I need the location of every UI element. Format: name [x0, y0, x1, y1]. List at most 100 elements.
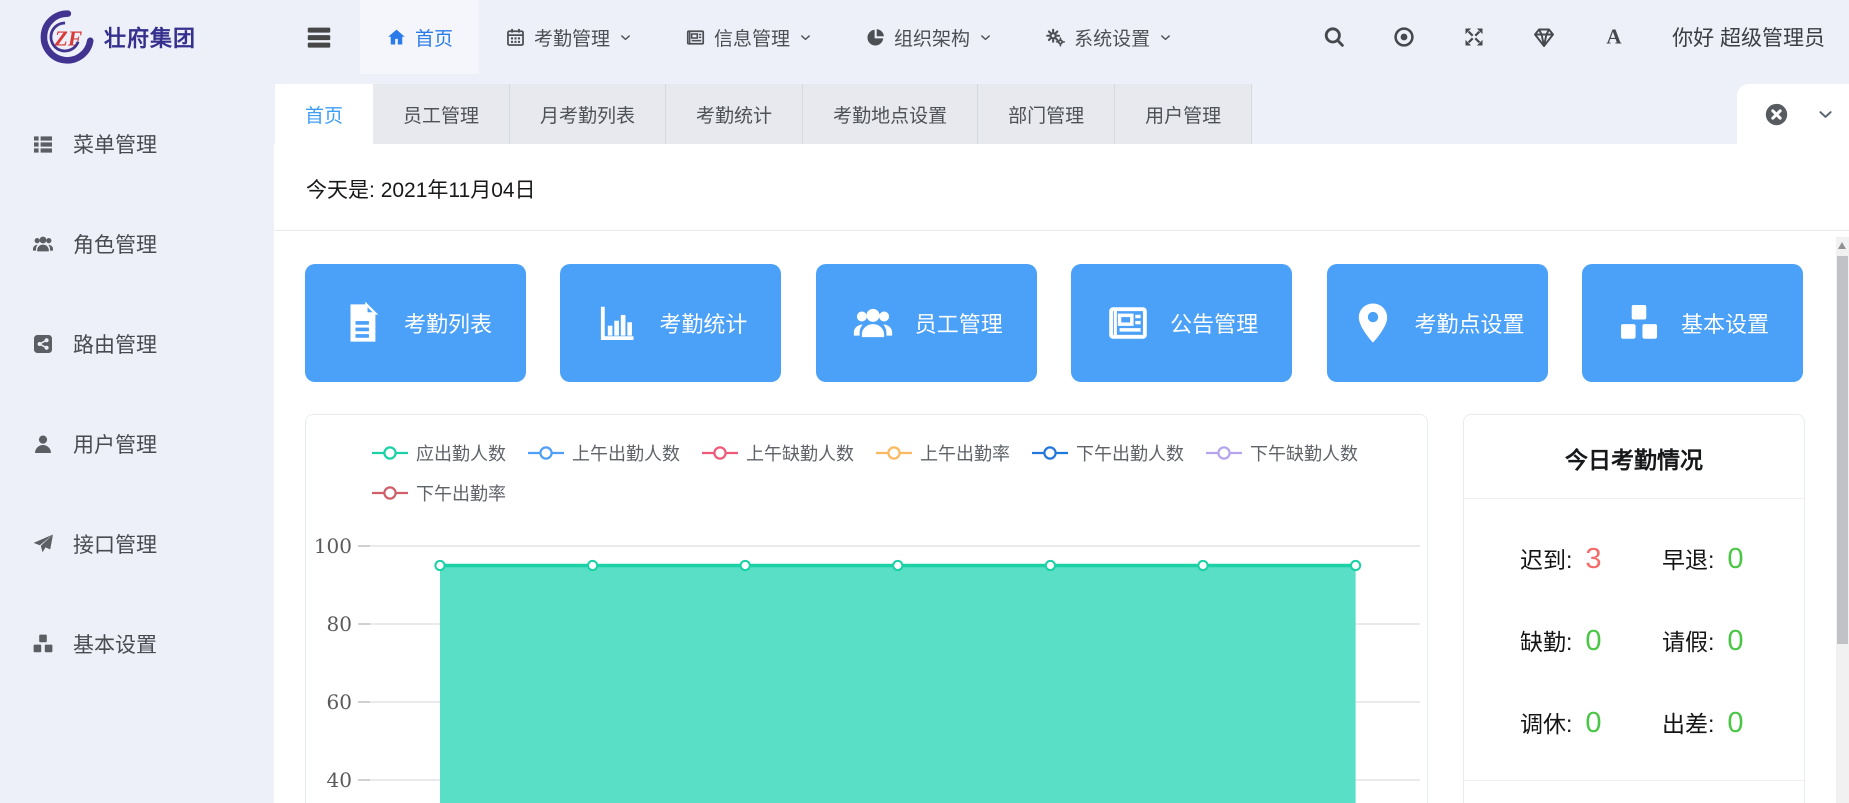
- data-point-marker[interactable]: [741, 561, 750, 570]
- vertical-scrollbar[interactable]: [1836, 237, 1849, 803]
- gem-icon[interactable]: [1532, 25, 1556, 49]
- stat-label: 迟到:: [1520, 541, 1572, 575]
- tab-0[interactable]: 首页: [275, 84, 373, 144]
- bullseye-icon[interactable]: [1392, 25, 1416, 49]
- quick-action-cubes[interactable]: 基本设置: [1582, 264, 1803, 382]
- sidebar-item-users[interactable]: 角色管理: [0, 194, 274, 294]
- stat-item: 迟到: 3: [1520, 541, 1662, 576]
- scroll-up-arrow-icon[interactable]: [1838, 242, 1846, 249]
- chevron-down-icon: [618, 30, 633, 45]
- attendance-chart-card: 应出勤人数上午出勤人数上午缺勤人数上午出勤率下午出勤人数下午缺勤人数下午出勤率 …: [305, 414, 1428, 803]
- svg-text:A: A: [1607, 25, 1623, 49]
- sidebar-item-label: 用户管理: [73, 429, 157, 459]
- legend-label: 下午缺勤人数: [1250, 440, 1358, 466]
- data-point-marker[interactable]: [893, 561, 902, 570]
- stat-label: 调休:: [1520, 705, 1572, 739]
- sidebar-item-paper-plane[interactable]: 接口管理: [0, 494, 274, 594]
- tab-strip: 首页 员工管理 月考勤列表 考勤统计 考勤地点设置 部门管理 用户管理: [274, 74, 1849, 144]
- close-tabs-icon[interactable]: [1763, 101, 1790, 128]
- quick-action-newspaper[interactable]: 公告管理: [1071, 264, 1292, 382]
- header-tools: A 你好 超级管理员: [1322, 22, 1849, 52]
- topnav-item-label: 考勤管理: [534, 24, 610, 51]
- attendance-area-chart: 100806040: [306, 520, 1427, 803]
- sidebar-item-label: 基本设置: [73, 629, 157, 659]
- tab-label: 首页: [305, 101, 343, 128]
- search-icon[interactable]: [1322, 25, 1346, 49]
- topnav-item-pie-chart[interactable]: 组织架构: [839, 0, 1019, 74]
- data-point-marker[interactable]: [435, 561, 444, 570]
- today-date-value: 2021年11月04日: [381, 179, 536, 202]
- tab-label: 部门管理: [1008, 101, 1084, 128]
- map-marker-icon: [1350, 300, 1396, 346]
- scrollbar-thumb[interactable]: [1837, 256, 1848, 644]
- header-tool-icons: A: [1322, 25, 1626, 49]
- legend-marker-icon: [1032, 445, 1068, 461]
- sidebar-item-label: 菜单管理: [73, 129, 157, 159]
- legend-item[interactable]: 应出勤人数: [372, 440, 506, 466]
- sidebar-item-user[interactable]: 用户管理: [0, 394, 274, 494]
- tab-label: 用户管理: [1145, 101, 1221, 128]
- company-logo-icon: ZF: [36, 9, 96, 65]
- fullscreen-icon[interactable]: [1462, 25, 1486, 49]
- sidebar: 菜单管理角色管理路由管理用户管理接口管理基本设置: [0, 74, 274, 803]
- legend-label: 应出勤人数: [416, 440, 506, 466]
- legend-item[interactable]: 上午出勤人数: [528, 440, 680, 466]
- today-date-line: 今天是: 2021年11月04日: [274, 144, 1849, 204]
- tab-3[interactable]: 考勤统计: [666, 84, 803, 144]
- data-point-marker[interactable]: [1351, 561, 1360, 570]
- tab-2[interactable]: 月考勤列表: [510, 84, 666, 144]
- legend-item[interactable]: 下午出勤率: [372, 480, 506, 506]
- legend-marker-icon: [702, 445, 738, 461]
- legend-item[interactable]: 下午缺勤人数: [1206, 440, 1358, 466]
- tab-label: 考勤统计: [696, 101, 772, 128]
- tab-4[interactable]: 考勤地点设置: [803, 84, 978, 144]
- stat-value: 3: [1585, 543, 1601, 576]
- legend-item[interactable]: 下午出勤人数: [1032, 440, 1184, 466]
- quick-action-file[interactable]: 考勤列表: [305, 264, 526, 382]
- tab-6[interactable]: 用户管理: [1115, 84, 1252, 144]
- stat-value: 0: [1727, 543, 1743, 576]
- stat-value: 0: [1585, 707, 1601, 740]
- brand-logo: ZF 壮府集团: [0, 9, 274, 65]
- tab-5[interactable]: 部门管理: [978, 84, 1115, 144]
- quick-action-users[interactable]: 员工管理: [816, 264, 1037, 382]
- tab-1[interactable]: 员工管理: [373, 84, 510, 144]
- open-tabs: 首页 员工管理 月考勤列表 考勤统计 考勤地点设置 部门管理 用户管理: [275, 84, 1252, 144]
- data-point-marker[interactable]: [1046, 561, 1055, 570]
- tab-label: 员工管理: [403, 101, 479, 128]
- sidebar-item-cubes[interactable]: 基本设置: [0, 594, 274, 694]
- y-axis-tick-label: 60: [327, 690, 352, 714]
- tab-list-chevron-down-icon[interactable]: [1816, 105, 1835, 124]
- user-icon: [30, 432, 56, 456]
- stat-item: 缺勤:0: [1520, 623, 1662, 658]
- data-point-marker[interactable]: [588, 561, 597, 570]
- quick-action-map-marker[interactable]: 考勤点设置: [1327, 264, 1548, 382]
- topnav-item-label: 组织架构: [894, 24, 970, 51]
- header: ZF 壮府集团 首页 考勤管理 信息管理 组织架构 系统设置 A 你好 超级管理员: [0, 0, 1849, 74]
- chevron-down-icon: [978, 30, 993, 45]
- topnav-item-gears[interactable]: 系统设置: [1019, 0, 1199, 74]
- topnav-item-home[interactable]: 首页: [360, 0, 479, 74]
- sidebar-item-share[interactable]: 路由管理: [0, 294, 274, 394]
- stat-item: 出差:0: [1662, 705, 1804, 740]
- user-greeting[interactable]: 你好 超级管理员: [1672, 22, 1825, 52]
- stat-item: 调休: 0: [1520, 705, 1662, 740]
- sidebar-item-list[interactable]: 菜单管理: [0, 94, 274, 194]
- font-size-icon[interactable]: A: [1602, 25, 1626, 49]
- topnav-item-newspaper[interactable]: 信息管理: [659, 0, 839, 74]
- data-point-marker[interactable]: [1198, 561, 1207, 570]
- stat-label: 出差:: [1662, 705, 1714, 739]
- stat-label: 请假:: [1662, 623, 1714, 657]
- chevron-down-icon: [1158, 30, 1173, 45]
- dashboard: 考勤列表考勤统计员工管理公告管理考勤点设置基本设置 应出勤人数上午出勤人数上午缺…: [274, 231, 1849, 803]
- topnav-item-calendar[interactable]: 考勤管理: [479, 0, 659, 74]
- quick-action-bar-chart[interactable]: 考勤统计: [560, 264, 781, 382]
- sidebar-toggle-hamburger-icon[interactable]: [304, 22, 334, 52]
- today-attendance-panel: 今日考勤情况 迟到:3早退:0缺勤:0请假:0调休:0出差:0: [1463, 414, 1805, 803]
- cubes-icon: [30, 632, 56, 656]
- legend-item[interactable]: 上午缺勤人数: [702, 440, 854, 466]
- newspaper-icon: [685, 27, 706, 48]
- stat-label: 缺勤:: [1520, 623, 1572, 657]
- legend-item[interactable]: 上午出勤率: [876, 440, 1010, 466]
- today-stats: 迟到:3早退:0缺勤:0请假:0调休:0出差:0: [1464, 541, 1804, 740]
